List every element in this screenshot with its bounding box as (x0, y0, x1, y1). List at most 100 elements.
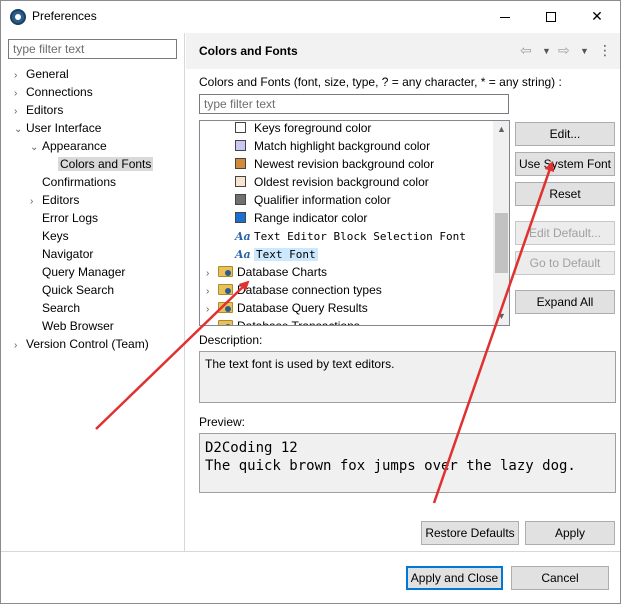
chevron-down-icon[interactable]: ⌄ (30, 139, 42, 157)
color-swatch-icon (235, 158, 246, 169)
vertical-scrollbar[interactable]: ▲ ▼ (493, 121, 509, 325)
category-item[interactable]: › Database connection types (206, 281, 382, 299)
font-item[interactable]: Aa Text Font (235, 245, 318, 263)
back-arrow-icon[interactable]: ⇦ (520, 42, 532, 59)
tree-item[interactable]: Navigator (30, 245, 93, 263)
colors-fonts-tree[interactable]: Keys foreground color Match highlight bac… (199, 120, 510, 326)
tree-item[interactable]: Search (30, 299, 80, 317)
tree-item-label: Connections (26, 85, 93, 99)
preview-sample-text: The quick brown fox jumps over the lazy … (205, 458, 576, 474)
color-item[interactable]: Range indicator color (235, 209, 367, 227)
tree-item-label: Search (42, 301, 81, 315)
more-vert-icon[interactable]: ⋮ (598, 42, 612, 59)
footer-divider (1, 551, 620, 552)
minimize-icon (500, 16, 510, 18)
item-label: Database Transactions (237, 319, 360, 326)
expand-all-button[interactable]: Expand All (515, 290, 615, 314)
tree-item[interactable]: › Editors (30, 191, 79, 209)
tree-item-label: Navigator (42, 247, 94, 261)
tree-item-label: Confirmations (42, 175, 117, 189)
tree-item-label: Error Logs (42, 211, 99, 225)
maximize-icon (546, 12, 556, 23)
tree-item[interactable]: Colors and Fonts (46, 155, 154, 173)
restore-defaults-button[interactable]: Restore Defaults (421, 521, 519, 545)
forward-arrow-icon[interactable]: ⇨ (558, 42, 570, 59)
folder-icon (218, 320, 233, 325)
colors-filter-input[interactable] (199, 94, 509, 114)
colors-fonts-page: Colors and Fonts ⇦ ▼ ⇨ ▼ ⋮ Colors and Fo… (186, 33, 620, 551)
item-label: Database Charts (237, 265, 328, 279)
tree-item[interactable]: › General (14, 65, 69, 83)
item-label: Match highlight background color (254, 139, 431, 153)
category-item[interactable]: › Database Charts (206, 263, 327, 281)
folder-icon (218, 266, 233, 277)
minimize-button[interactable] (482, 1, 528, 31)
tree-item[interactable]: ⌄ User Interface (14, 119, 101, 137)
color-item[interactable]: Oldest revision background color (235, 173, 429, 191)
filter-description: Colors and Fonts (font, size, type, ? = … (199, 75, 562, 89)
apply-and-close-button[interactable]: Apply and Close (406, 566, 503, 590)
edit-button[interactable]: Edit... (515, 122, 615, 146)
scroll-down-icon[interactable]: ▼ (493, 308, 509, 325)
chevron-right-icon[interactable]: › (14, 337, 26, 355)
tree-item[interactable]: › Editors (14, 101, 63, 119)
tree-item[interactable]: Keys (30, 227, 69, 245)
tree-item-label: Web Browser (42, 319, 114, 333)
tree-item[interactable]: › Version Control (Team) (14, 335, 149, 353)
item-label: Database Query Results (237, 301, 368, 315)
page-header: Colors and Fonts ⇦ ▼ ⇨ ▼ ⋮ (186, 33, 620, 69)
color-item[interactable]: Newest revision background color (235, 155, 434, 173)
back-menu-chevron-icon[interactable]: ▼ (542, 46, 551, 56)
color-item[interactable]: Match highlight background color (235, 137, 430, 155)
title-bar: Preferences ✕ (1, 1, 620, 33)
apply-button[interactable]: Apply (525, 521, 615, 545)
maximize-button[interactable] (528, 1, 574, 31)
tree-item-label: Query Manager (42, 265, 126, 279)
tree-filter-input[interactable] (8, 39, 177, 59)
app-logo-icon (10, 9, 26, 25)
tree-item-label: User Interface (26, 121, 102, 135)
item-label: Oldest revision background color (254, 175, 429, 189)
category-item[interactable]: › Database Query Results (206, 299, 368, 317)
tree-item[interactable]: ⌄ Appearance (30, 137, 107, 155)
description-label: Description: (199, 333, 263, 347)
color-item[interactable]: Qualifier information color (235, 191, 391, 209)
go-to-default-button[interactable]: Go to Default (515, 251, 615, 275)
tree-item-label: Colors and Fonts (58, 157, 154, 171)
tree-item[interactable]: › Connections (14, 83, 93, 101)
scroll-thumb[interactable] (495, 213, 508, 273)
scroll-up-icon[interactable]: ▲ (493, 121, 509, 138)
font-item[interactable]: Aa Text Editor Block Selection Font (235, 227, 466, 245)
folder-icon (218, 302, 233, 313)
edit-default-button[interactable]: Edit Default... (515, 221, 615, 245)
category-item[interactable]: › Database Transactions (206, 317, 360, 326)
color-swatch-icon (235, 194, 246, 205)
item-label: Range indicator color (254, 211, 368, 225)
tree-item-label: Editors (26, 103, 64, 117)
font-icon: Aa (235, 230, 251, 243)
item-label: Text Font (254, 248, 318, 261)
chevron-down-icon[interactable]: ⌄ (14, 121, 26, 139)
tree-item[interactable]: Quick Search (30, 281, 114, 299)
tree-item[interactable]: Error Logs (30, 209, 98, 227)
font-icon: Aa (235, 248, 251, 261)
page-title: Colors and Fonts (199, 44, 298, 58)
tree-item-label: Appearance (42, 139, 107, 153)
reset-button[interactable]: Reset (515, 182, 615, 206)
chevron-right-icon[interactable]: › (206, 319, 218, 325)
tree-item[interactable]: Query Manager (30, 263, 125, 281)
preview-font-name: D2Coding 12 (205, 440, 298, 456)
tree-item[interactable]: Confirmations (30, 173, 116, 191)
window-title: Preferences (32, 9, 97, 23)
preview-label: Preview: (199, 415, 246, 429)
use-system-font-button[interactable]: Use System Font (515, 152, 615, 176)
tree-item-label: Version Control (Team) (26, 337, 149, 351)
color-item[interactable]: Keys foreground color (235, 121, 371, 137)
tree-item[interactable]: Web Browser (30, 317, 114, 335)
description-box: The text font is used by text editors. (199, 351, 616, 403)
forward-menu-chevron-icon[interactable]: ▼ (580, 46, 589, 56)
color-swatch-icon (235, 122, 246, 133)
cancel-button[interactable]: Cancel (511, 566, 609, 590)
tree-item-label: Keys (42, 229, 69, 243)
close-button[interactable]: ✕ (574, 1, 620, 31)
